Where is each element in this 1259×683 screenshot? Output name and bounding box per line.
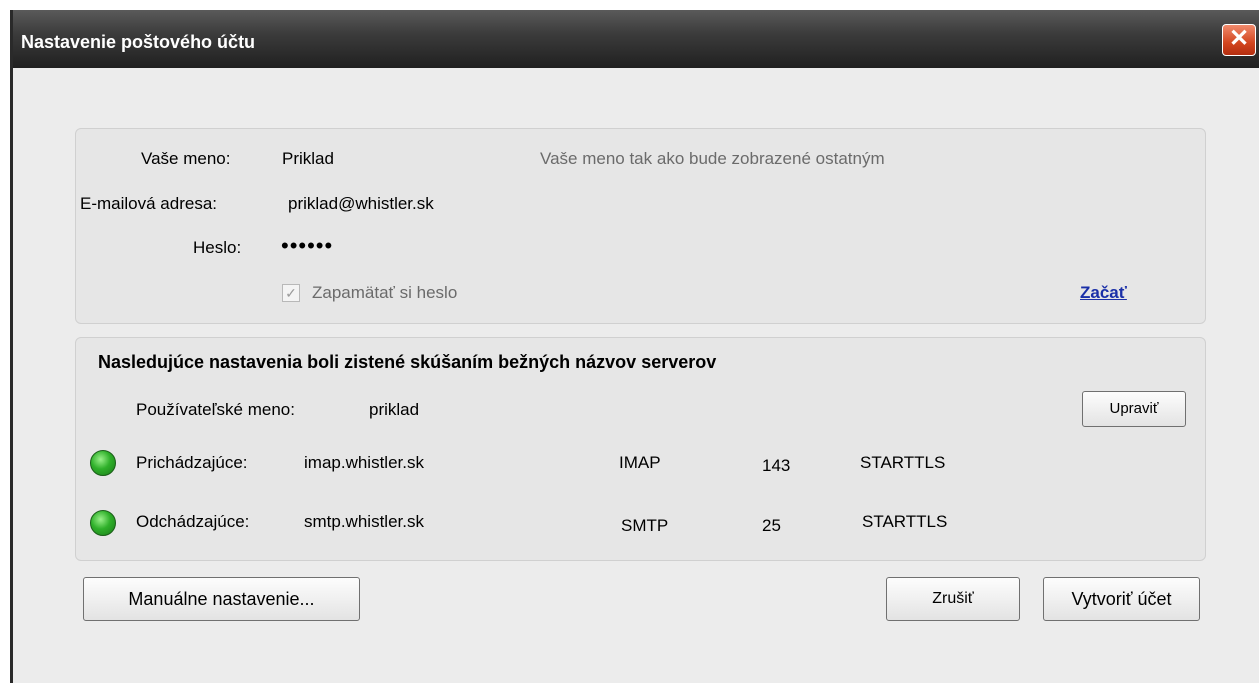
password-field[interactable]: ••••••: [281, 233, 333, 259]
edit-button[interactable]: Upraviť: [1082, 391, 1186, 427]
incoming-security: STARTTLS: [860, 453, 946, 472]
window-title: Nastavenie poštového účtu: [21, 32, 256, 52]
account-details-panel: Vaše meno: Priklad Vaše meno tak ako bud…: [75, 128, 1206, 324]
username-value: priklad: [369, 400, 420, 419]
incoming-host: imap.whistler.sk: [304, 453, 424, 472]
remember-password-checkbox[interactable]: ✓: [282, 284, 300, 302]
account-setup-dialog: Nastavenie poštového účtu ✕ Vaše meno: P…: [10, 10, 1259, 683]
incoming-status-icon: [90, 450, 116, 476]
name-hint: Vaše meno tak ako bude zobrazené ostatný…: [540, 149, 885, 168]
incoming-port: 143: [762, 456, 791, 475]
outgoing-security: STARTTLS: [862, 512, 948, 531]
password-label: Heslo:: [193, 238, 242, 257]
create-account-button[interactable]: Vytvoriť účet: [1043, 577, 1200, 621]
outgoing-status-icon: [90, 510, 116, 536]
title-bar[interactable]: Nastavenie poštového účtu ✕: [13, 10, 1259, 68]
email-field[interactable]: priklad@whistler.sk: [288, 194, 434, 214]
incoming-protocol: IMAP: [619, 453, 661, 472]
outgoing-protocol: SMTP: [621, 516, 669, 535]
close-icon: ✕: [1228, 25, 1250, 52]
username-label: Používateľské meno:: [136, 400, 295, 419]
start-link[interactable]: Začať: [1080, 283, 1127, 303]
checkmark-icon: ✓: [285, 285, 297, 301]
name-label: Vaše meno:: [141, 149, 231, 168]
detected-settings-panel: Nasledujúce nastavenia boli zistené skúš…: [75, 337, 1206, 561]
close-button[interactable]: ✕: [1222, 24, 1256, 56]
remember-password-label: Zapamätať si heslo: [312, 283, 458, 302]
name-field[interactable]: Priklad: [282, 149, 334, 169]
outgoing-host: smtp.whistler.sk: [304, 512, 424, 531]
incoming-label: Prichádzajúce:: [136, 453, 248, 472]
detected-heading: Nasledujúce nastavenia boli zistené skúš…: [98, 352, 717, 372]
outgoing-label: Odchádzajúce:: [136, 512, 250, 531]
manual-setup-button[interactable]: Manuálne nastavenie...: [83, 577, 360, 621]
outgoing-port: 25: [762, 516, 781, 535]
cancel-button[interactable]: Zrušiť: [886, 577, 1020, 621]
email-label: E-mailová adresa:: [80, 194, 218, 213]
